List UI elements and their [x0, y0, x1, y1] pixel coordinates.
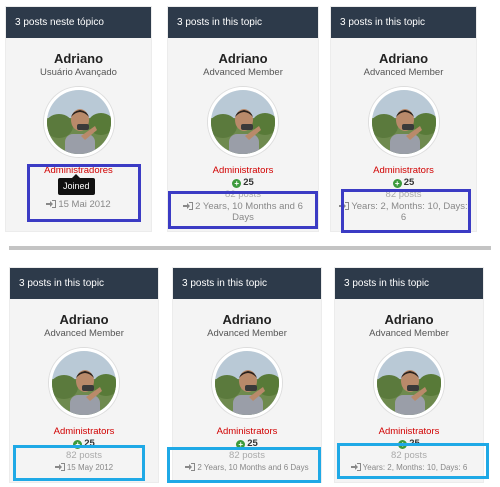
highlight-box: [27, 164, 141, 222]
author-name[interactable]: Adriano: [335, 312, 483, 327]
reputation: +25: [168, 177, 318, 188]
card-header: 3 posts neste tópico: [6, 7, 151, 38]
divider: [9, 246, 491, 250]
author-rank: Advanced Member: [203, 67, 283, 78]
author-group: Administrators: [53, 426, 115, 437]
author-name[interactable]: Adriano: [6, 51, 151, 66]
card-header: 3 posts in this topic: [10, 268, 158, 299]
plus-circle-icon: +: [232, 179, 242, 188]
avatar[interactable]: [208, 87, 278, 157]
highlight-box: [341, 189, 471, 233]
card-header: 3 posts in this topic: [331, 7, 476, 38]
avatar[interactable]: [368, 87, 439, 157]
card-header: 3 posts in this topic: [168, 7, 318, 38]
highlight-box: [167, 447, 321, 483]
author-rank: Usuário Avançado: [40, 67, 117, 78]
author-rank: Advanced Member: [369, 328, 449, 339]
author-rank: Advanced Member: [207, 328, 287, 339]
author-group: Administrators: [212, 165, 274, 176]
author-group: Administrators: [378, 426, 440, 437]
author-name[interactable]: Adriano: [168, 51, 318, 66]
author-name[interactable]: Adriano: [10, 312, 158, 327]
author-rank: Advanced Member: [363, 67, 444, 78]
plus-circle-icon: +: [392, 179, 402, 188]
avatar[interactable]: [212, 348, 282, 418]
author-group: Administrators: [373, 165, 434, 176]
reputation: +25: [331, 177, 476, 188]
highlight-box: [337, 443, 489, 479]
reputation-value: 25: [403, 177, 415, 188]
author-group: Administrators: [216, 426, 278, 437]
avatar[interactable]: [374, 348, 444, 418]
author-rank: Advanced Member: [44, 328, 124, 339]
highlight-box: [13, 445, 145, 481]
author-name[interactable]: Adriano: [331, 51, 476, 66]
reputation-value: 25: [243, 177, 254, 188]
highlight-box: [168, 191, 318, 229]
avatar[interactable]: [43, 87, 114, 157]
card-header: 3 posts in this topic: [173, 268, 321, 299]
card-header: 3 posts in this topic: [335, 268, 483, 299]
avatar[interactable]: [49, 348, 119, 418]
author-name[interactable]: Adriano: [173, 312, 321, 327]
